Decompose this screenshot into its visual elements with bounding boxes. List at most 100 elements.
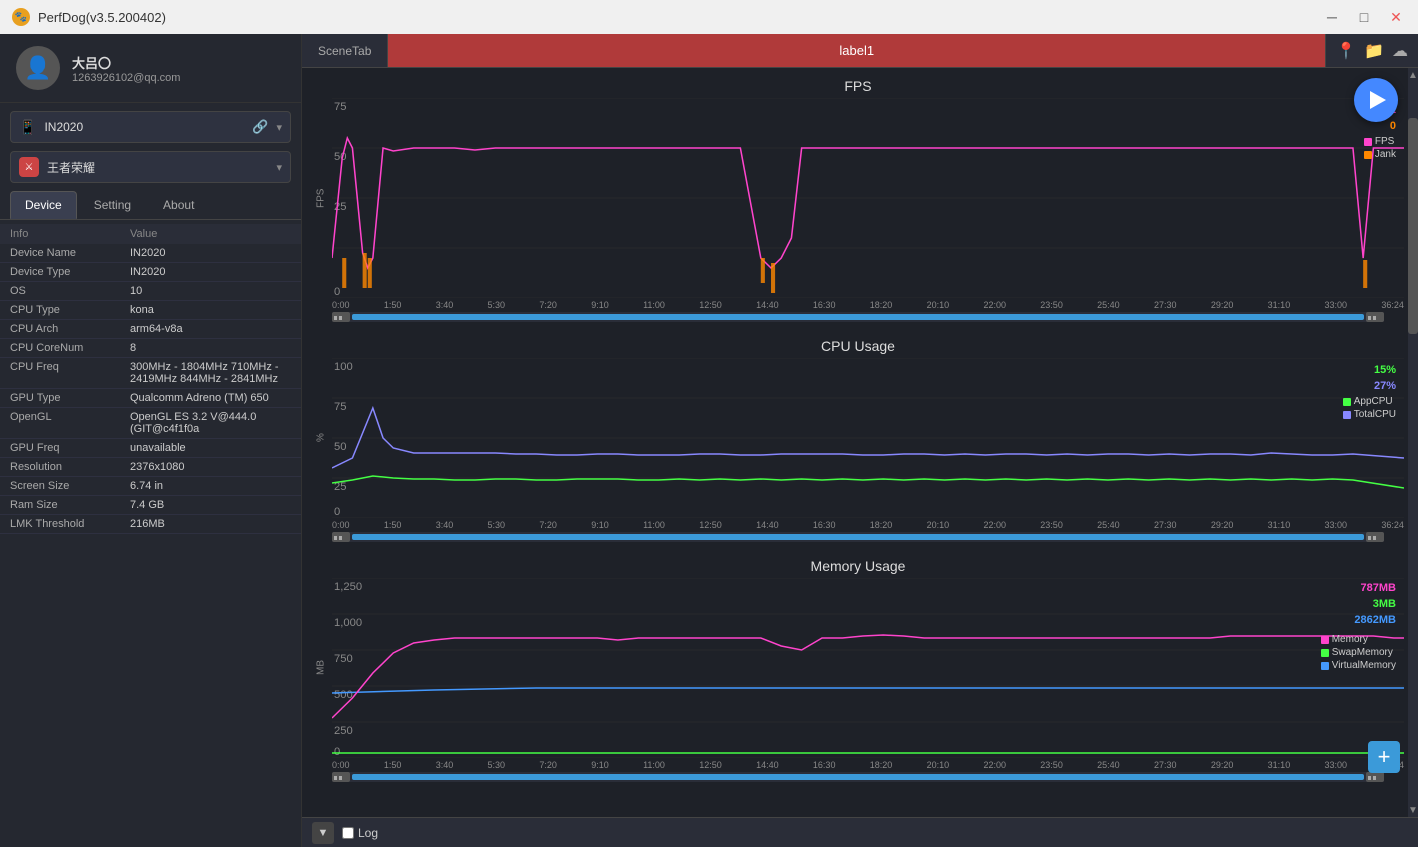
info-table-row: Device TypeIN2020 [0,263,301,282]
total-cpu-value: 27% [1374,380,1396,392]
memory-chart-inner: 1,250 1,000 750 500 250 0 [332,578,1404,758]
fps-legend-jank: Jank [1364,149,1396,160]
info-row-value: 216MB [130,518,291,530]
info-row-value: 10 [130,285,291,297]
title-bar: 🐾 PerfDog(v3.5.200402) ─ □ ✕ [0,0,1418,34]
fps-scrollbar[interactable] [332,312,1384,322]
fps-chart-container: FPS 75 50 25 0 [312,98,1404,298]
info-row-value: Qualcomm Adreno (TM) 650 [130,392,291,404]
memory-chart-title: Memory Usage [312,558,1404,574]
svg-text:750: 750 [334,653,353,665]
info-row-value: arm64-v8a [130,323,291,335]
memory-scrollbar[interactable] [332,772,1384,782]
fps-scroll-left[interactable] [332,312,350,322]
info-table-row: GPU TypeQualcomm Adreno (TM) 650 [0,389,301,408]
maximize-button[interactable]: □ [1354,7,1374,27]
scroll-down-arrow[interactable]: ▼ [1408,803,1418,817]
scene-tab-bar: SceneTab label1 📍 📁 ☁ [302,34,1418,68]
info-row-key: GPU Type [10,392,130,404]
memory-scroll-left[interactable] [332,772,350,782]
info-row-key: CPU Freq [10,361,130,373]
scroll-up-arrow[interactable]: ▲ [1408,68,1418,82]
cpu-scroll-left[interactable] [332,532,350,542]
memory-chart-block: Memory Usage MB 1,250 [302,548,1414,782]
svg-text:0: 0 [334,746,340,758]
info-table-row: CPU Typekona [0,301,301,320]
bottom-bar: ▼ Log [302,817,1418,847]
tab-about[interactable]: About [148,191,209,219]
info-table-row: LMK Threshold216MB [0,515,301,534]
scroll-v-thumb[interactable] [1408,118,1418,334]
info-table-row: OS10 [0,282,301,301]
virtual-legend-label: VirtualMemory [1332,660,1396,671]
game-selector[interactable]: ⚔ 王者荣耀 ▾ [10,151,291,183]
info-row-key: Screen Size [10,480,130,492]
cpu-scrollbar[interactable] [332,532,1384,542]
cloud-icon[interactable]: ☁ [1392,41,1408,61]
info-row-key: GPU Freq [10,442,130,454]
memory-chart-container: MB 1,250 1,000 [312,578,1404,758]
memory-chart-svg: 1,250 1,000 750 500 250 0 [332,578,1404,758]
swap-value: 3MB [1373,598,1396,610]
active-scene-label[interactable]: label1 [388,34,1325,67]
svg-text:50: 50 [334,441,346,453]
cpu-scroll-track[interactable] [352,534,1364,540]
tab-setting[interactable]: Setting [79,191,146,219]
right-scrollbar[interactable]: ▲ ▼ [1408,68,1418,817]
play-button[interactable] [1354,78,1398,122]
info-row-value: 6.74 in [130,480,291,492]
info-row-key: Ram Size [10,499,130,511]
fps-scroll-track[interactable] [352,314,1364,320]
game-icon: ⚔ [19,157,39,177]
log-checkbox[interactable] [342,827,354,839]
link-icon: 🔗 [252,119,268,135]
close-button[interactable]: ✕ [1386,7,1406,27]
info-row-value: IN2020 [130,266,291,278]
folder-icon[interactable]: 📁 [1364,41,1384,61]
cpu-legend-app: AppCPU [1343,396,1396,407]
app-cpu-legend-label: AppCPU [1354,396,1393,407]
scroll-v-track[interactable] [1408,82,1418,803]
app-title: PerfDog(v3.5.200402) [38,10,166,25]
collapse-button[interactable]: ▼ [312,822,334,844]
info-row-value: kona [130,304,291,316]
fps-scroll-right[interactable] [1366,312,1384,322]
svg-text:0: 0 [334,286,340,298]
total-cpu-legend-label: TotalCPU [1354,409,1396,420]
svg-text:500: 500 [334,689,353,701]
virtual-legend-dot [1321,662,1329,670]
virtual-value: 2862MB [1354,614,1396,626]
sidebar-tabs: Device Setting About [0,191,301,220]
log-checkbox-label[interactable]: Log [342,826,378,840]
info-table-row: OpenGLOpenGL ES 3.2 V@444.0 (GIT@c4f1f0a [0,408,301,439]
tab-device[interactable]: Device [10,191,77,219]
fps-time-axis: 0:001:503:405:307:209:1011:0012:5014:401… [312,298,1404,310]
device-selector[interactable]: 📱 IN2020 🔗 ▾ [10,111,291,143]
svg-text:50: 50 [334,151,346,163]
location-icon[interactable]: 📍 [1336,41,1356,61]
add-chart-button[interactable]: + [1368,741,1400,773]
cpu-time-ticks: 0:001:503:405:307:209:1011:0012:5014:401… [332,520,1404,530]
jank-legend-label: Jank [1375,149,1396,160]
charts-area[interactable]: FPS FPS 75 50 [302,68,1418,817]
scene-tab-label: SceneTab [302,34,388,67]
window-controls[interactable]: ─ □ ✕ [1322,7,1406,27]
game-name-label: 王者荣耀 [47,159,268,176]
fps-chart-block: FPS FPS 75 50 [302,68,1414,322]
cpu-legend: AppCPU TotalCPU [1343,396,1396,420]
cpu-y-axis: % [312,358,330,518]
info-table-row: CPU Freq300MHz - 1804MHz 710MHz - 2419MH… [0,358,301,389]
cpu-scroll-right[interactable] [1366,532,1384,542]
cpu-chart-svg: 100 75 50 25 0 [332,358,1404,518]
app-icon: 🐾 [12,8,30,26]
minimize-button[interactable]: ─ [1322,7,1342,27]
jank-value: 0 [1390,120,1396,132]
memory-value: 787MB [1361,582,1396,594]
memory-scroll-track[interactable] [352,774,1364,780]
info-row-value: OpenGL ES 3.2 V@444.0 (GIT@c4f1f0a [130,411,291,435]
memory-legend-virtual: VirtualMemory [1321,660,1396,671]
info-rows-container: Device NameIN2020Device TypeIN2020OS10CP… [0,244,301,534]
memory-scroll-right[interactable] [1366,772,1384,782]
info-table-row: Ram Size7.4 GB [0,496,301,515]
memory-legend-label: Memory [1332,634,1368,645]
